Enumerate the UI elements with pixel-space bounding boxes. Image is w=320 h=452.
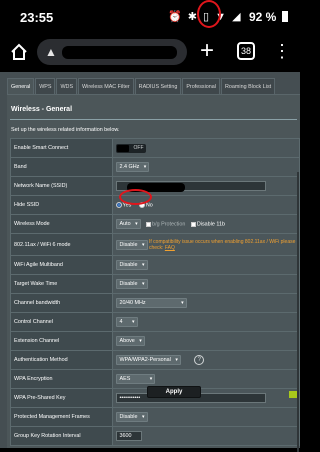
pmf-select[interactable]: Disable	[115, 412, 148, 422]
menu-icon[interactable]: ⋮	[273, 38, 291, 64]
apply-button[interactable]: Apply	[147, 386, 201, 398]
row-bandwidth: Channel bandwidth 20/40 MHz	[10, 293, 301, 313]
faq-link[interactable]: FAQ	[165, 245, 175, 251]
row-wireless-mode: Wireless Mode Auto b/g Protection Disabl…	[10, 214, 301, 234]
label-encryption: WPA Encryption	[10, 369, 113, 389]
label-band: Band	[10, 157, 113, 177]
target-wake-select[interactable]: Disable	[115, 279, 148, 289]
settings-table: Enable Smart Connect OFF Band 2.4 GHz Ne…	[10, 138, 301, 446]
encryption-select[interactable]: AES	[115, 374, 156, 384]
label-extension-channel: Extension Channel	[10, 331, 113, 351]
row-extension-channel: Extension Channel Above	[10, 331, 301, 351]
label-key-rotation: Group Key Rotation Interval	[10, 426, 113, 446]
disable-11b-checkbox[interactable]	[190, 221, 196, 227]
row-auth-method: Authentication Method WPA/WPA2-Personal …	[10, 350, 301, 370]
tab-wds[interactable]: WDS	[56, 78, 78, 94]
label-psk: WPA Pre-Shared Key	[10, 388, 113, 408]
row-agile-multiband: WiFi Agile Multiband Disable	[10, 255, 301, 275]
help-icon[interactable]: ?	[194, 355, 205, 365]
row-key-rotation: Group Key Rotation Interval 3600	[10, 426, 301, 446]
disable-11b-label: Disable 11b	[196, 221, 225, 228]
warning-icon[interactable]: ▲	[45, 45, 57, 59]
label-agile-multiband: WiFi Agile Multiband	[10, 255, 113, 275]
row-wifi6-mode: 802.11ax / WiFi 6 mode Disable If compat…	[10, 233, 301, 256]
signal-icon: ◢	[232, 11, 241, 23]
label-auth-method: Authentication Method	[10, 350, 113, 370]
annotation-circle-wifi	[197, 0, 221, 28]
scrollbar[interactable]	[297, 172, 299, 452]
label-control-channel: Control Channel	[10, 312, 113, 332]
auth-method-select[interactable]: WPA/WPA2-Personal	[115, 355, 181, 365]
label-pmf: Protected Management Frames	[10, 407, 113, 427]
label-ssid: Network Name (SSID)	[10, 176, 113, 196]
battery-percent: 92 %	[249, 10, 277, 24]
row-target-wake: Target Wake Time Disable	[10, 274, 301, 294]
title-divider	[10, 119, 297, 120]
wifi6-mode-select[interactable]: Disable	[115, 239, 148, 250]
page-subtitle: Set up the wireless related information …	[11, 127, 120, 133]
battery-icon	[282, 11, 288, 22]
row-control-channel: Control Channel 4	[10, 312, 301, 332]
annotation-circle-yes	[119, 189, 152, 205]
wireless-mode-select[interactable]: Auto	[115, 219, 141, 229]
label-wifi6-mode: 802.11ax / WiFi 6 mode	[10, 233, 113, 256]
page-title: Wireless - General	[11, 106, 73, 113]
control-channel-select[interactable]: 4	[115, 317, 138, 327]
wifi6-compat-note: If compatibility issue occurs when enabl…	[149, 238, 296, 251]
key-rotation-input[interactable]: 3600	[115, 431, 142, 441]
address-bar[interactable]: ▲	[37, 39, 187, 65]
row-pmf: Protected Management Frames Disable	[10, 407, 301, 427]
row-hide-ssid: Hide SSID Yes No	[10, 195, 301, 215]
tab-professional[interactable]: Professional	[182, 78, 220, 94]
band-select[interactable]: 2.4 GHz	[115, 162, 150, 172]
label-wireless-mode: Wireless Mode	[10, 214, 113, 234]
bg-protection-label: b/g Protection	[152, 221, 186, 228]
tab-count-button[interactable]: 38	[237, 42, 255, 60]
agile-multiband-select[interactable]: Disable	[115, 260, 148, 270]
tab-roaming-block[interactable]: Roaming Block List	[221, 78, 276, 94]
tab-radius[interactable]: RADIUS Setting	[134, 78, 182, 94]
bandwidth-select[interactable]: 20/40 MHz	[115, 298, 187, 308]
new-tab-button[interactable]: +	[200, 37, 214, 65]
tab-general[interactable]: General	[7, 78, 35, 94]
extension-channel-select[interactable]: Above	[115, 336, 145, 346]
label-smart-connect: Enable Smart Connect	[10, 138, 113, 158]
label-target-wake: Target Wake Time	[10, 274, 113, 294]
label-hide-ssid: Hide SSID	[10, 195, 113, 215]
home-icon[interactable]	[9, 42, 29, 62]
tab-strip: General WPS WDS Wireless MAC Filter RADIUS S…	[7, 78, 276, 94]
row-band: Band 2.4 GHz	[10, 157, 301, 177]
bg-protection-checkbox[interactable]	[146, 221, 152, 227]
tab-wps[interactable]: WPS	[35, 78, 56, 94]
status-bar: 23:55 ⏰ ✱ ▯ ▼ ◢ 92 %	[0, 0, 300, 34]
alarm-icon: ⏰	[168, 11, 182, 23]
toggle-off-label: OFF	[133, 144, 144, 151]
row-ssid: Network Name (SSID)	[10, 176, 301, 196]
label-bandwidth: Channel bandwidth	[10, 293, 113, 313]
tab-mac-filter[interactable]: Wireless MAC Filter	[78, 78, 134, 94]
bluetooth-icon: ✱	[187, 11, 197, 23]
browser-toolbar: ▲ + 38 ⋮	[0, 34, 300, 70]
status-time: 23:55	[20, 10, 54, 25]
hide-ssid-yes-radio[interactable]	[115, 201, 122, 208]
url-redaction	[62, 46, 177, 59]
row-smart-connect: Enable Smart Connect OFF	[10, 138, 301, 158]
hide-ssid-no-label: No	[145, 202, 153, 209]
smart-connect-toggle[interactable]: OFF	[115, 143, 146, 153]
